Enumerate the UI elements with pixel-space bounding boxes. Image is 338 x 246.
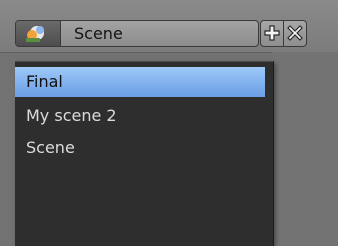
remove-scene-button[interactable] [283, 20, 307, 47]
properties-panel-area [272, 52, 338, 245]
add-scene-button[interactable] [260, 20, 284, 47]
menu-item-final[interactable]: Final [15, 67, 265, 97]
scene-name-field[interactable]: Scene [74, 21, 123, 46]
menu-item-scene[interactable]: Scene [15, 133, 265, 163]
scene-dropdown-menu: Final My scene 2 Scene [15, 61, 274, 246]
scene-browse-button[interactable] [16, 21, 61, 46]
menu-item-label: My scene 2 [26, 106, 117, 125]
scene-selector[interactable]: Scene [15, 20, 259, 47]
plus-icon [264, 25, 280, 41]
scene-icon [26, 26, 44, 42]
menu-item-my-scene-2[interactable]: My scene 2 [15, 101, 265, 131]
menu-item-label: Final [26, 72, 63, 91]
close-icon [287, 25, 303, 41]
menu-item-label: Scene [26, 138, 75, 157]
